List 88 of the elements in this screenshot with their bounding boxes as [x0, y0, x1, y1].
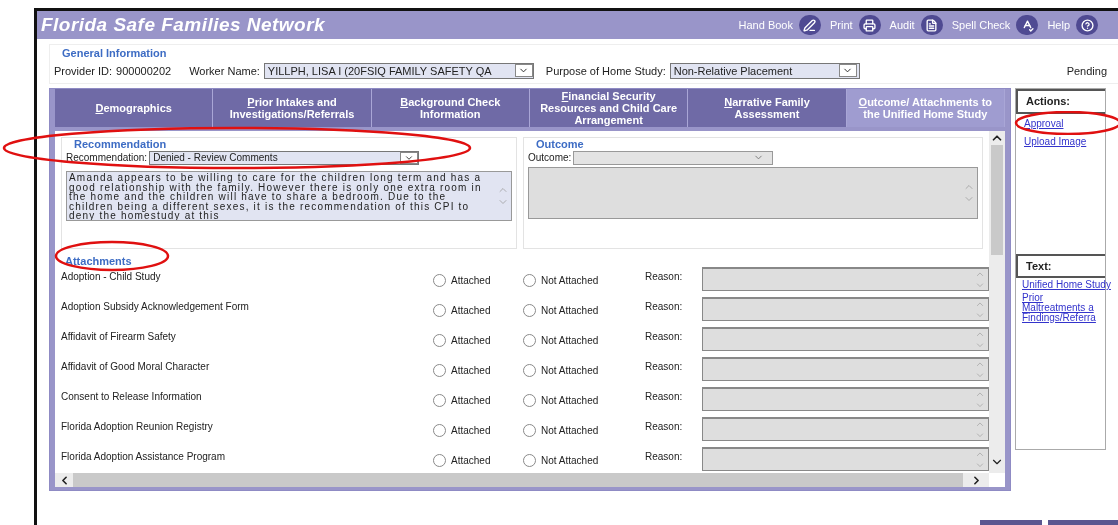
reason-field[interactable]	[702, 447, 989, 471]
panel-header: Actions:	[1016, 89, 1105, 114]
radio-button[interactable]	[433, 334, 446, 347]
status-text: Pending	[1066, 63, 1107, 79]
not-attached-option[interactable]: Not Attached	[523, 393, 645, 408]
pen-icon	[798, 15, 821, 35]
vertical-scrollbar[interactable]	[989, 131, 1005, 473]
field-label: Reason:	[645, 360, 684, 374]
field-label: Outcome:	[528, 151, 572, 165]
attachment-name: Florida Adoption Reunion Registry	[61, 420, 214, 434]
radio-button[interactable]	[433, 394, 446, 407]
radio-button[interactable]	[523, 274, 536, 287]
scrollbar-thumb[interactable]	[991, 145, 1003, 255]
field-label: Reason:	[645, 330, 684, 344]
field-label: Reason:	[645, 270, 684, 284]
not-attached-option[interactable]: Not Attached	[523, 453, 645, 468]
scroll-left-icon[interactable]	[55, 473, 73, 487]
attachment-name: Adoption Subsidy Acknowledgement Form	[61, 300, 250, 314]
section-title: Attachments	[64, 255, 133, 267]
field-label: Reason:	[645, 300, 684, 314]
scroll-right-icon[interactable]	[963, 473, 989, 487]
tab[interactable]: Background Check Information	[371, 89, 530, 127]
caret-icon	[838, 64, 857, 78]
attachment-name: Affidavit of Firearm Safety	[61, 330, 177, 344]
section-title: Outcome	[535, 138, 585, 150]
reason-field[interactable]	[702, 327, 989, 351]
text-link[interactable]: Unified Home Study	[1022, 280, 1112, 290]
help-icon	[1076, 15, 1098, 35]
caret-icon	[514, 64, 533, 78]
outcome-dropdown[interactable]	[573, 150, 774, 165]
horizontal-scrollbar[interactable]	[55, 473, 989, 487]
not-attached-option[interactable]: Not Attached	[523, 363, 645, 378]
section-title: General Information	[61, 46, 168, 61]
field-label: Worker Name:	[189, 63, 260, 79]
reason-field[interactable]	[702, 387, 989, 411]
attachment-name: Adoption - Child Study	[61, 270, 162, 284]
radio-button[interactable]	[523, 454, 536, 467]
reason-field[interactable]	[702, 417, 989, 441]
attachment-name: Consent to Release Information	[61, 390, 203, 404]
action-link[interactable]: Upload Image	[1024, 135, 1097, 148]
attached-option[interactable]: Attached	[433, 453, 523, 468]
radio-button[interactable]	[433, 364, 446, 377]
field-label: Reason:	[645, 450, 684, 464]
window-title: Florida Safe Families Network	[41, 12, 326, 37]
field-label: Reason:	[645, 390, 684, 404]
attached-option[interactable]: Attached	[433, 303, 523, 318]
radio-button[interactable]	[433, 304, 446, 317]
field-label: Provider ID:	[54, 63, 113, 79]
radio-button[interactable]	[433, 424, 446, 437]
worker-name-dropdown[interactable]: YILLPH, LISA I (20FSIQ FAMILY SAFETY QA	[263, 62, 534, 79]
attached-option[interactable]: Attached	[433, 363, 523, 378]
attached-option[interactable]: Attached	[433, 393, 523, 408]
tab[interactable]: Prior Intakes and Investigations/Referrals	[213, 89, 372, 127]
radio-button[interactable]	[523, 334, 536, 347]
attachment-name: Affidavit of Good Moral Character	[61, 360, 211, 374]
not-attached-option[interactable]: Not Attached	[523, 303, 645, 318]
radio-button[interactable]	[523, 424, 536, 437]
spell-check-icon	[1016, 15, 1039, 35]
not-attached-option[interactable]: Not Attached	[523, 333, 645, 348]
attachment-name: Florida Adoption Assistance Program	[61, 450, 226, 464]
radio-button[interactable]	[433, 454, 446, 467]
reason-field[interactable]	[702, 357, 989, 381]
radio-button[interactable]	[433, 274, 446, 287]
field-label: Reason:	[645, 420, 684, 434]
provider-id: 900000202	[116, 63, 172, 79]
tab[interactable]: Narrative Family Assessment	[688, 89, 847, 127]
recommendation-dropdown[interactable]: Denied - Review Comments	[149, 150, 420, 165]
panel-header: Text:	[1016, 253, 1105, 278]
attached-option[interactable]: Attached	[433, 333, 523, 348]
field-label: Purpose of Home Study:	[545, 63, 666, 79]
reason-field[interactable]	[702, 297, 989, 321]
not-attached-option[interactable]: Not Attached	[523, 423, 645, 438]
reason-field[interactable]	[702, 267, 989, 291]
radio-button[interactable]	[523, 304, 536, 317]
radio-button[interactable]	[523, 364, 536, 377]
field-label: Recommendation:	[66, 151, 148, 165]
attached-option[interactable]: Attached	[433, 273, 523, 288]
document-icon	[920, 15, 943, 35]
purpose-dropdown[interactable]: Non-Relative Placement	[669, 62, 860, 79]
printer-icon	[858, 15, 881, 35]
radio-button[interactable]	[523, 394, 536, 407]
section-title: Recommendation	[73, 138, 168, 150]
tab[interactable]: Financial Security Resources and Child Care Arrangement	[530, 89, 689, 127]
not-attached-option[interactable]: Not Attached	[523, 273, 645, 288]
attached-option[interactable]: Attached	[433, 423, 523, 438]
tab[interactable]: Demographics	[55, 89, 214, 127]
outcome-text-field[interactable]	[528, 167, 978, 219]
text-link[interactable]: Prior Maltreatments a Findings/Referra	[1022, 293, 1112, 323]
